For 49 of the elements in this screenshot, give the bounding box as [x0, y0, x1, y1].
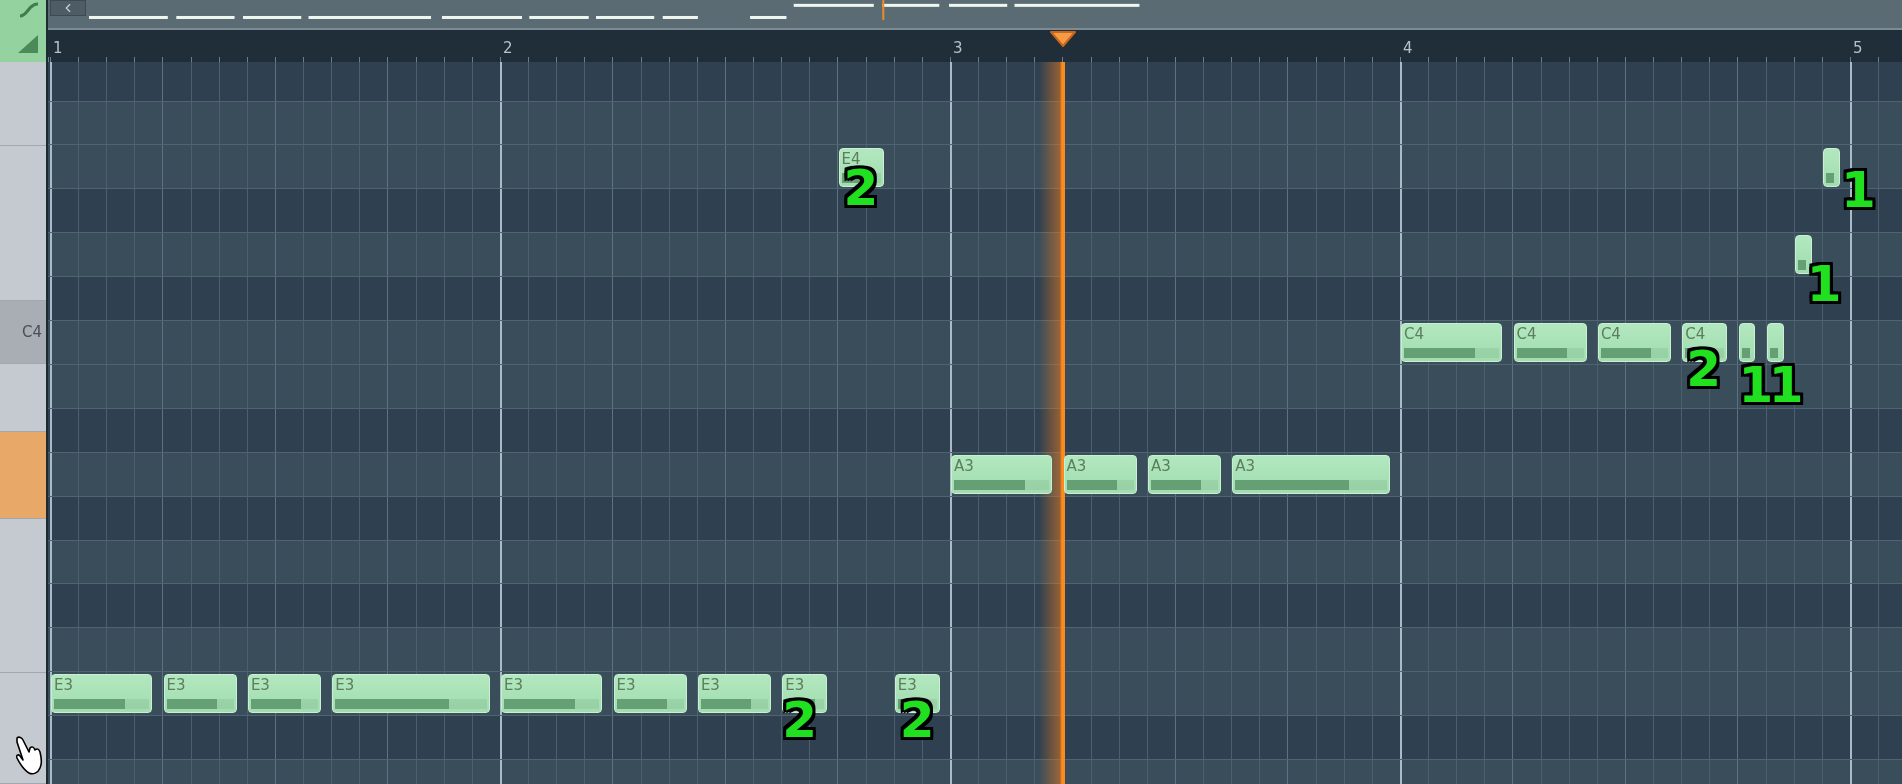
piano-key[interactable]: C4 — [0, 301, 46, 364]
note-block[interactable]: E3 — [332, 674, 490, 714]
bar-number: 1 — [52, 39, 63, 57]
note-label: C4 — [1685, 325, 1706, 344]
note-block[interactable]: C4 — [1401, 323, 1503, 363]
finger-number: 1 — [1806, 259, 1842, 310]
note-label: E3 — [616, 676, 636, 695]
note-label: A3 — [1150, 456, 1171, 475]
note-label: E3 — [785, 676, 805, 695]
note-block[interactable]: E3 — [163, 674, 237, 714]
note-label: A3 — [954, 456, 974, 475]
note-label: A3 — [1066, 456, 1087, 475]
bar-number: 2 — [502, 39, 513, 57]
note-label: E3 — [54, 676, 74, 695]
note-block[interactable]: E3 — [613, 674, 687, 714]
scroll-left-button[interactable] — [50, 0, 86, 16]
note-block[interactable]: A3 — [1147, 454, 1221, 494]
note-label: C4 — [1516, 325, 1537, 344]
note-block[interactable]: E3 — [697, 674, 771, 714]
note-block[interactable]: A3 — [1063, 454, 1137, 494]
note-label: E3 — [250, 676, 270, 695]
note-label: E3 — [504, 676, 524, 695]
note-label: C4 — [1600, 325, 1621, 344]
bar-number: 5 — [1852, 39, 1863, 57]
note-block[interactable]: C4 — [1513, 323, 1587, 363]
velocity-bar — [1797, 260, 1806, 271]
timeline-ruler[interactable]: 1 2 3 4 5 — [48, 30, 1902, 62]
note-block[interactable]: E3 — [247, 674, 321, 714]
finger-number: 1 — [1738, 360, 1774, 411]
bar-number: 3 — [952, 39, 963, 57]
ramp-icon[interactable] — [16, 34, 40, 54]
note-block[interactable]: A3 — [951, 454, 1053, 494]
hand-cursor-icon — [14, 734, 44, 776]
note-label: E3 — [166, 676, 186, 695]
note-block[interactable]: C4 — [1597, 323, 1671, 363]
velocity-bar — [1741, 348, 1750, 359]
key-label: C4 — [21, 323, 42, 341]
note-label: A3 — [1235, 456, 1256, 475]
note-block[interactable]: A3 — [1232, 454, 1390, 494]
note-block[interactable]: E3 — [501, 674, 603, 714]
note-label: E3 — [897, 676, 917, 695]
note-label: C4 — [1404, 325, 1425, 344]
curve-icon[interactable] — [18, 2, 40, 18]
note-label: E3 — [700, 676, 720, 695]
velocity-bar — [1769, 348, 1778, 359]
bar-number: 4 — [1402, 39, 1413, 57]
velocity-bar — [1825, 172, 1834, 183]
note-block[interactable]: E3 — [51, 674, 153, 714]
note-label: E3 — [335, 676, 355, 695]
